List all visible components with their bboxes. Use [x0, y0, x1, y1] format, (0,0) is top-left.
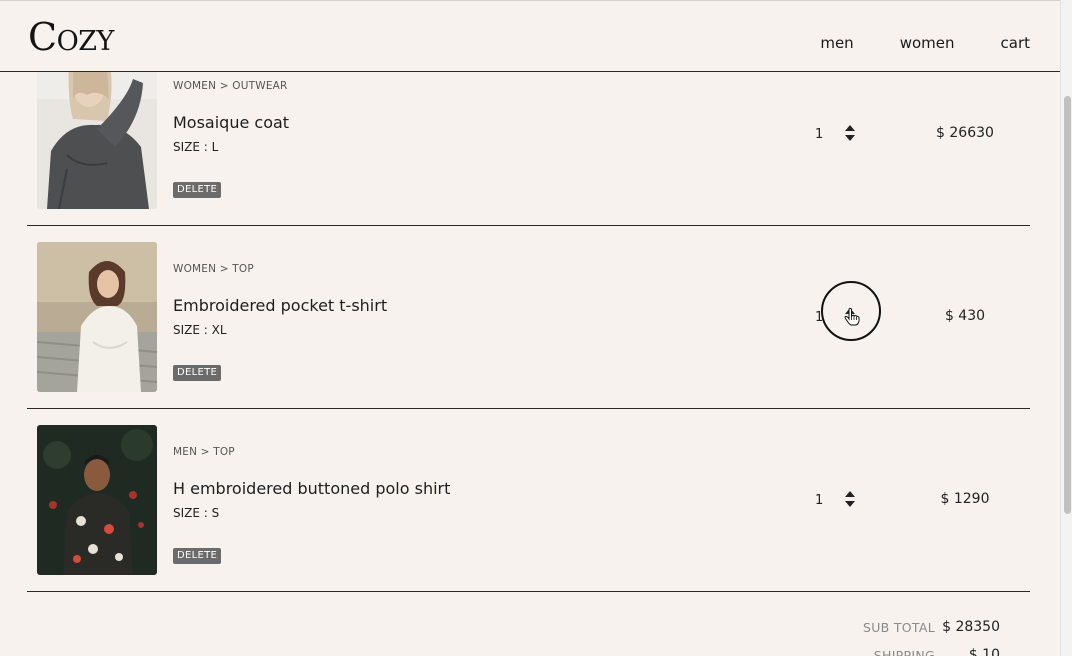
subtotal-label: SUB TOTAL: [863, 620, 935, 635]
cart-item: MEN > TOP H embroidered buttoned polo sh…: [27, 409, 1030, 592]
woman-grey-coat-photo: [37, 59, 157, 209]
product-category: MEN > TOP: [173, 446, 235, 458]
cart-item: WOMEN > TOP Embroidered pocket t-shirt S…: [27, 226, 1030, 409]
increment-icon[interactable]: [845, 125, 855, 131]
brand-logo[interactable]: Cozy: [28, 15, 114, 59]
product-name[interactable]: H embroidered buttoned polo shirt: [173, 479, 450, 498]
product-price: $ 1290: [940, 491, 990, 507]
product-category: WOMEN > OUTWEAR: [173, 80, 288, 92]
quantity-value: 1: [815, 310, 824, 325]
nav-link-women[interactable]: women: [900, 34, 955, 52]
hand-pointer-icon: [844, 308, 860, 330]
decrement-icon[interactable]: [845, 135, 855, 141]
vertical-scrollbar[interactable]: [1060, 0, 1072, 656]
quantity-stepper[interactable]: [844, 123, 856, 143]
decrement-icon[interactable]: [845, 501, 855, 507]
product-name[interactable]: Mosaique coat: [173, 113, 289, 132]
nav-link-cart[interactable]: cart: [1001, 34, 1031, 52]
product-category: WOMEN > TOP: [173, 263, 254, 275]
product-size: SIZE : L: [173, 140, 219, 154]
product-image[interactable]: [37, 425, 157, 575]
delete-button[interactable]: DELETE: [173, 365, 222, 381]
quantity-value: 1: [815, 127, 824, 142]
product-name[interactable]: Embroidered pocket t-shirt: [173, 296, 387, 315]
product-image[interactable]: [37, 242, 157, 392]
man-floral-shirt-photo: [37, 425, 157, 575]
shipping-value: $ 10: [968, 647, 1000, 656]
product-image[interactable]: [37, 59, 157, 209]
woman-white-blouse-photo: [37, 242, 157, 392]
nav-link-men[interactable]: men: [820, 34, 853, 52]
cart-page: Cozy men women cart WOMEN > OUTWEAR Mosa…: [0, 0, 1060, 656]
increment-icon[interactable]: [845, 491, 855, 497]
scrollbar-thumb[interactable]: [1064, 96, 1071, 514]
quantity-value: 1: [815, 493, 824, 508]
product-size: SIZE : S: [173, 506, 220, 520]
site-header: Cozy men women cart: [0, 0, 1060, 72]
main-nav: men women cart: [820, 34, 1030, 52]
delete-button[interactable]: DELETE: [173, 182, 222, 198]
product-price: $ 430: [944, 308, 986, 324]
product-price: $ 26630: [936, 125, 994, 141]
shipping-label: SHIPPING: [873, 648, 935, 656]
delete-button[interactable]: DELETE: [173, 548, 222, 564]
subtotal-value: $ 28350: [942, 619, 1000, 635]
quantity-stepper[interactable]: [844, 489, 856, 509]
product-size: SIZE : XL: [173, 323, 227, 337]
